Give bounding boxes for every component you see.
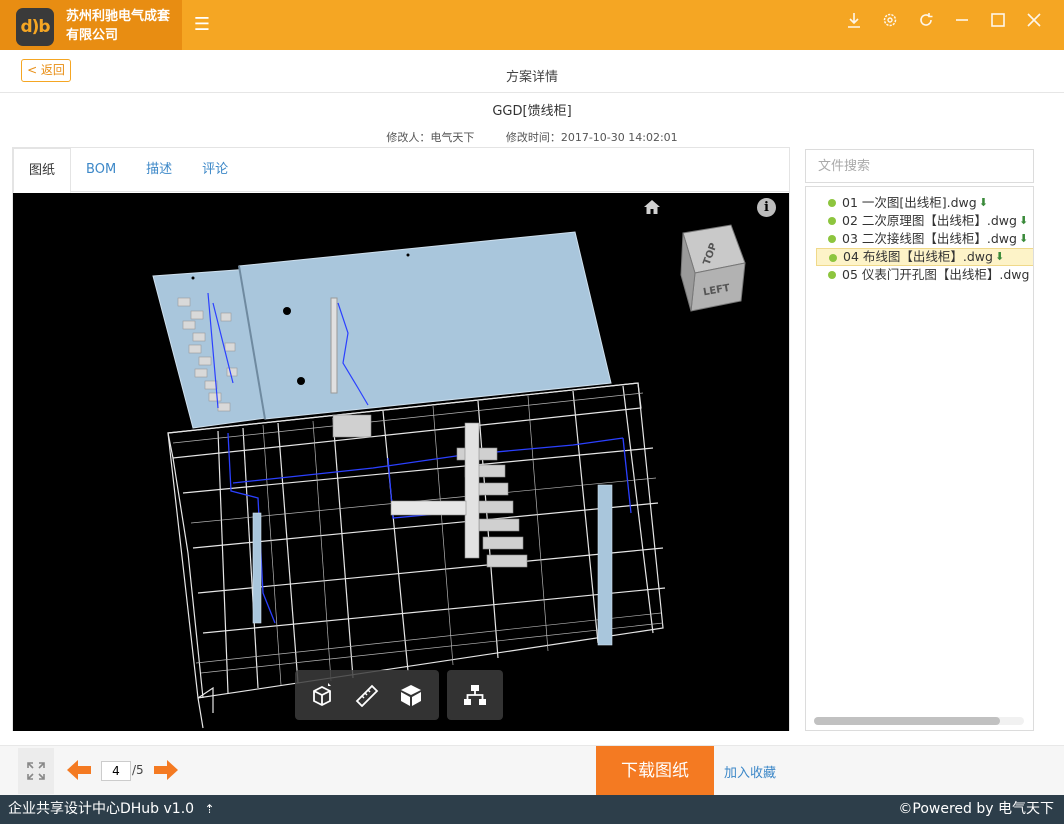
file-list-panel: 01 一次图[出线柜].dwg ⬇ 02 二次原理图【出线柜】.dwg ⬇ 03… [805,186,1034,731]
menu-button[interactable]: ☰ [192,14,212,36]
file-status-dot [828,217,836,225]
title-bar: d)b 苏州利驰电气成套有限公司 ☰ [0,0,1064,50]
viewer-toolbar-group-main [295,670,439,720]
hamburger-icon: ☰ [193,14,211,35]
file-search-input[interactable] [805,149,1034,183]
file-status-dot [829,254,837,262]
cube-icon[interactable] [389,675,433,715]
file-name: 02 二次原理图【出线柜】.dwg [842,213,1017,228]
header-divider [0,92,1064,93]
download-icon[interactable] [844,12,864,34]
prev-page-button[interactable] [66,759,92,781]
download-icon[interactable]: ⬇ [1019,212,1028,230]
modifier-label: 修改人：电气天下 [386,131,475,144]
next-page-button[interactable] [153,759,179,781]
home-icon[interactable] [643,199,663,217]
file-name: 05 仪表门开孔图【出线柜】.dwg [842,267,1030,282]
tab-bom[interactable]: BOM [71,148,131,192]
modified-time-label: 修改时间：2017-10-30 14:02:01 [505,131,678,144]
scheme-name: GGD[馈线柜] [492,104,572,119]
file-status-dot [828,199,836,207]
file-item-selected[interactable]: 04 布线图【出线柜】.dwg ⬇ [816,248,1033,266]
powered-by-text: ©Powered by 电气天下 [898,801,1054,817]
app-version-text: 企业共享设计中心DHub v1.0 [8,801,195,817]
cabinet-3d-model [152,231,666,729]
brand-area: d)b 苏州利驰电气成套有限公司 [0,0,182,50]
file-status-dot [828,271,836,279]
viewer-toolbar-group-tree [447,670,503,720]
close-icon[interactable] [1024,12,1044,34]
add-favorite-link[interactable]: 加入收藏 [724,762,776,781]
arrow-right-icon [154,760,178,780]
minimize-icon[interactable] [952,12,972,34]
fullscreen-icon [27,762,45,780]
page-number-input[interactable] [101,761,131,781]
bottom-toolbar: /5 下载图纸 加入收藏 [0,745,1064,796]
info-icon[interactable]: i [757,198,776,217]
tab-drawing[interactable]: 图纸 [13,148,72,193]
viewer-toolbar [295,670,503,720]
file-list: 01 一次图[出线柜].dwg ⬇ 02 二次原理图【出线柜】.dwg ⬇ 03… [816,194,1033,284]
company-name: 苏州利驰电气成套有限公司 [66,9,171,43]
download-drawing-button[interactable]: 下载图纸 [596,746,714,796]
window-controls [844,12,1044,34]
upgrade-arrow-icon[interactable]: ⇡ [205,802,215,816]
3d-canvas[interactable]: i TOP LEFT [13,193,789,731]
file-item[interactable]: 02 二次原理图【出线柜】.dwg ⬇ [816,212,1033,230]
download-icon[interactable]: ⬇ [995,248,1004,266]
structure-tree-icon[interactable] [453,675,497,715]
download-icon[interactable]: ⬇ [1019,230,1028,248]
logo-text: d)b [20,17,50,37]
viewcube[interactable]: TOP LEFT [679,223,749,313]
arrow-left-icon [67,760,91,780]
tab-description[interactable]: 描述 [131,148,187,192]
maximize-icon[interactable] [988,12,1008,34]
file-name: 03 二次接线图【出线柜】.dwg [842,231,1017,246]
scrollbar-thumb[interactable] [814,717,1000,725]
fullscreen-button[interactable] [18,748,54,794]
status-bar: 企业共享设计中心DHub v1.0 ⇡ ©Powered by 电气天下 [0,795,1064,824]
file-item[interactable]: 01 一次图[出线柜].dwg ⬇ [816,194,1033,212]
detail-tabs: 图纸 BOM 描述 评论 [13,148,789,193]
scheme-meta: 修改人：电气天下 修改时间：2017-10-30 14:02:01 [0,129,1064,145]
file-name: 01 一次图[出线柜].dwg [842,195,977,210]
drawing-viewer: 图纸 BOM 描述 评论 i TOP LEFT [12,147,790,731]
file-item[interactable]: 03 二次接线图【出线柜】.dwg ⬇ [816,230,1033,248]
file-item[interactable]: 05 仪表门开孔图【出线柜】.dwg [816,266,1033,284]
gear-icon[interactable] [880,12,900,34]
page-title: 方案详情 [505,70,558,85]
ruler-icon[interactable] [345,675,389,715]
tab-comments[interactable]: 评论 [187,148,243,192]
status-left: 企业共享设计中心DHub v1.0 ⇡ [8,795,215,824]
file-name: 04 布线图【出线柜】.dwg [843,249,993,264]
app-logo: d)b [16,8,54,46]
download-icon[interactable]: ⬇ [979,194,988,212]
horizontal-scrollbar[interactable] [814,717,1024,725]
page-total: /5 [132,763,144,777]
file-status-dot [828,235,836,243]
model-view-icon[interactable] [301,675,345,715]
refresh-icon[interactable] [916,12,936,34]
